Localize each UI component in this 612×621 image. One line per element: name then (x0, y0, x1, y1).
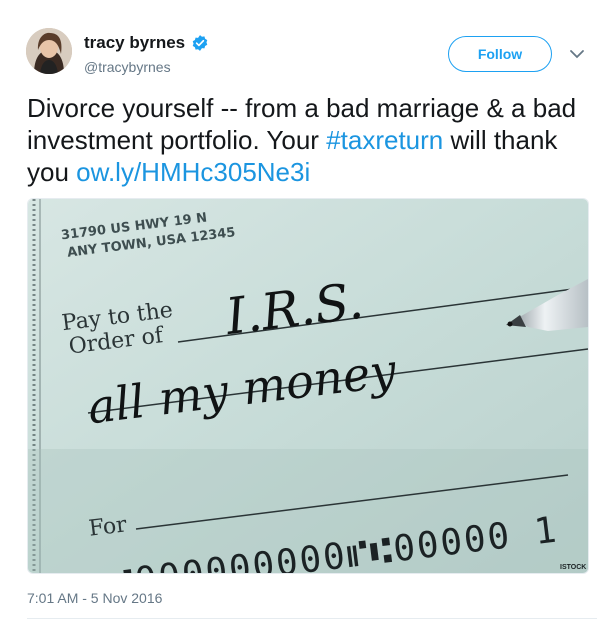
divider (27, 618, 597, 619)
follow-button[interactable]: Follow (448, 36, 552, 72)
hashtag-link[interactable]: #taxreturn (326, 125, 443, 155)
check-image: 31790 US HWY 19 N ANY TOWN, USA 12345 Pa… (28, 199, 588, 573)
url-link[interactable]: ow.ly/HMHc305Ne3i (76, 157, 310, 187)
memo-label: For (87, 512, 128, 541)
verified-badge-icon (192, 35, 208, 51)
istock-watermark: ISTOCK (560, 564, 586, 571)
display-name[interactable]: tracy byrnes (84, 33, 185, 53)
avatar-image (26, 28, 72, 74)
tweet-image[interactable]: 31790 US HWY 19 N ANY TOWN, USA 12345 Pa… (27, 198, 589, 574)
user-handle[interactable]: @tracybyrnes (84, 59, 171, 75)
chevron-down-icon[interactable] (569, 48, 585, 60)
avatar[interactable] (26, 28, 72, 74)
tweet-timestamp[interactable]: 7:01 AM - 5 Nov 2016 (27, 590, 162, 606)
tweet-text: Divorce yourself -- from a bad marriage … (27, 92, 597, 188)
